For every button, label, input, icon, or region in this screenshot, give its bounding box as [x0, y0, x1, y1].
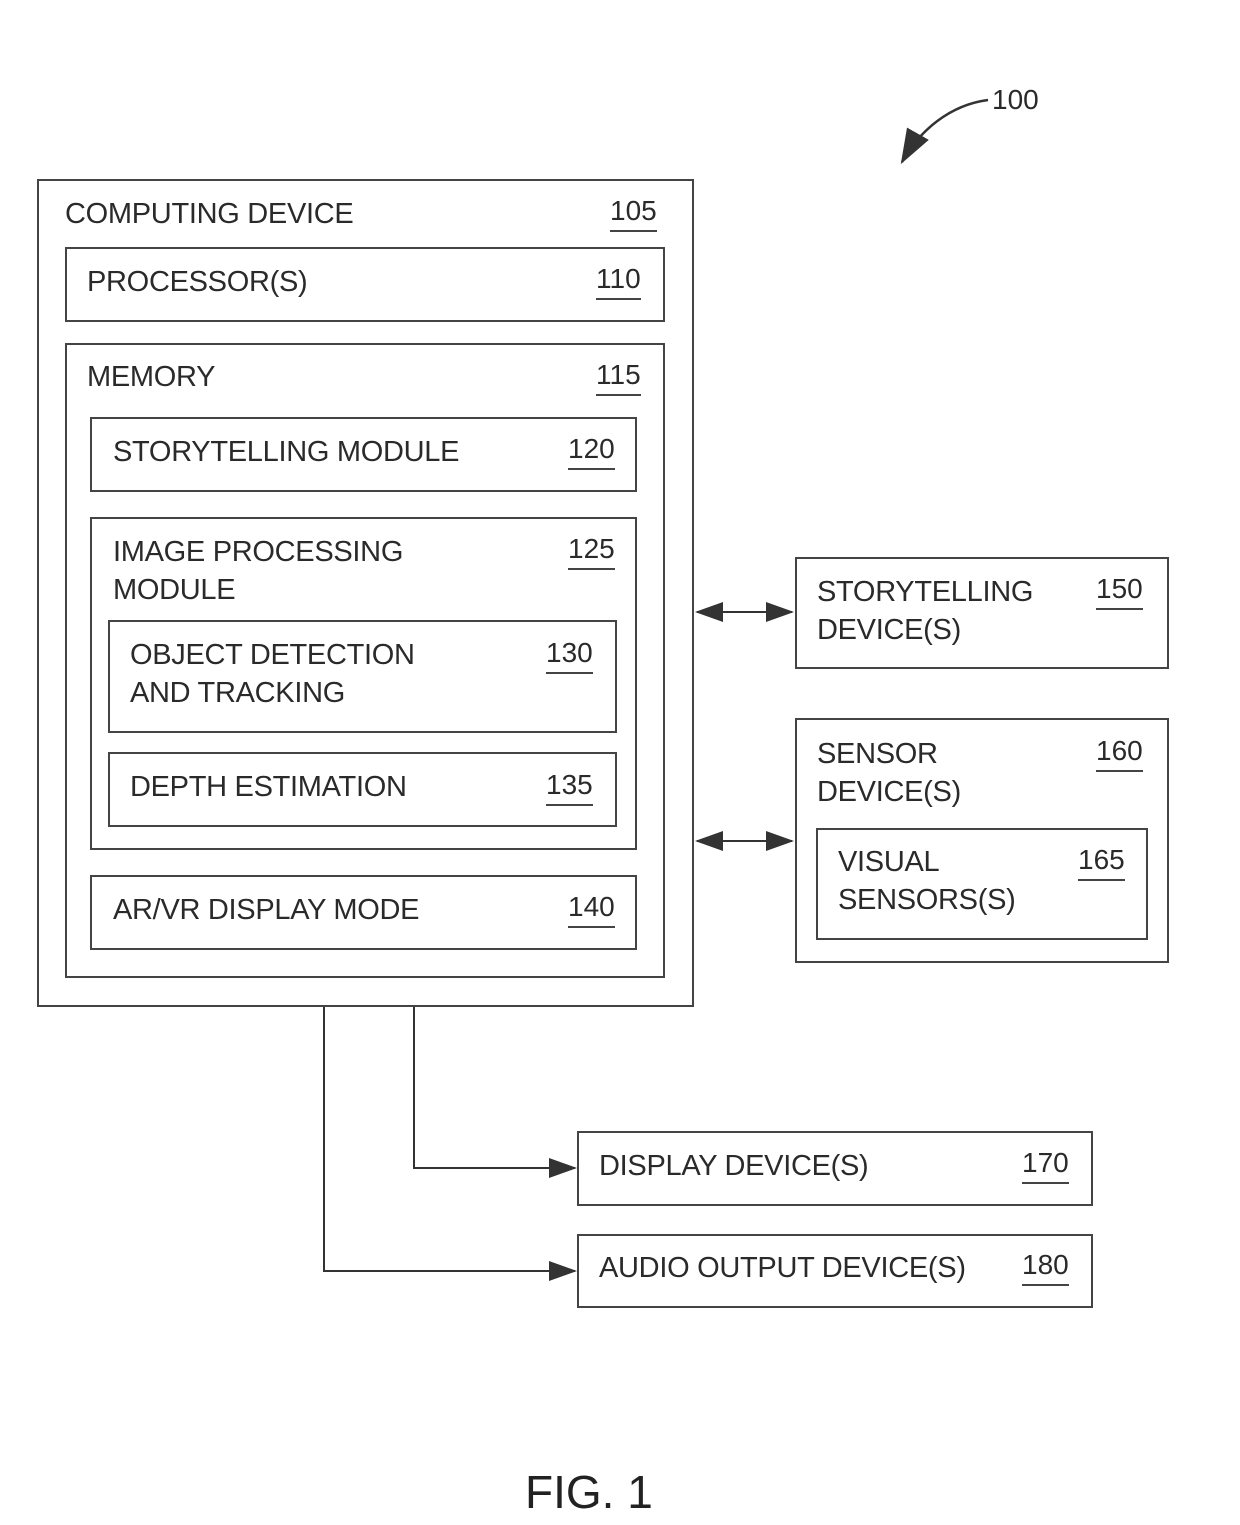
sensor-devices-label: SENSOR DEVICE(S)	[817, 738, 961, 808]
storytelling-module-label: STORYTELLING MODULE	[113, 436, 460, 468]
storytelling-module-ref: 120	[568, 432, 615, 470]
audio-output-devices-ref: 180	[1022, 1248, 1069, 1286]
image-processing-module-label: IMAGE PROCESSING MODULE	[113, 536, 404, 606]
figure-reference-number: 100	[992, 84, 1039, 115]
audio-output-connector	[323, 1006, 577, 1281]
image-processing-module-ref: 125	[568, 532, 615, 570]
visual-sensors-label: VISUAL SENSORS(S)	[838, 846, 1016, 916]
object-detection-label: OBJECT DETECTION AND TRACKING	[130, 639, 415, 709]
depth-estimation-ref: 135	[546, 768, 593, 806]
display-devices-ref: 170	[1022, 1146, 1069, 1184]
arvr-display-mode-label: AR/VR DISPLAY MODE	[113, 894, 420, 926]
ref-100-leader-arrow	[900, 98, 989, 165]
visual-sensors-ref: 165	[1078, 843, 1125, 881]
processor-ref: 110	[596, 262, 641, 300]
sensor-devices-ref: 160	[1096, 734, 1143, 772]
computing-device-label: COMPUTING DEVICE	[65, 198, 354, 230]
arvr-display-mode-ref: 140	[568, 890, 615, 928]
audio-output-devices-label: AUDIO OUTPUT DEVICE(S)	[599, 1252, 966, 1284]
object-detection-ref: 130	[546, 636, 593, 674]
storytelling-devices-ref: 150	[1096, 572, 1143, 610]
display-devices-connector	[413, 1006, 577, 1178]
storytelling-devices-label: STORYTELLING DEVICE(S)	[817, 576, 1034, 646]
display-devices-label: DISPLAY DEVICE(S)	[599, 1150, 869, 1182]
memory-label: MEMORY	[87, 361, 216, 393]
depth-estimation-label: DEPTH ESTIMATION	[130, 771, 407, 803]
processor-label: PROCESSOR(S)	[87, 266, 308, 298]
memory-ref: 115	[596, 358, 641, 396]
figure-caption: FIG. 1	[525, 1466, 653, 1518]
computing-device-ref: 105	[610, 194, 657, 232]
